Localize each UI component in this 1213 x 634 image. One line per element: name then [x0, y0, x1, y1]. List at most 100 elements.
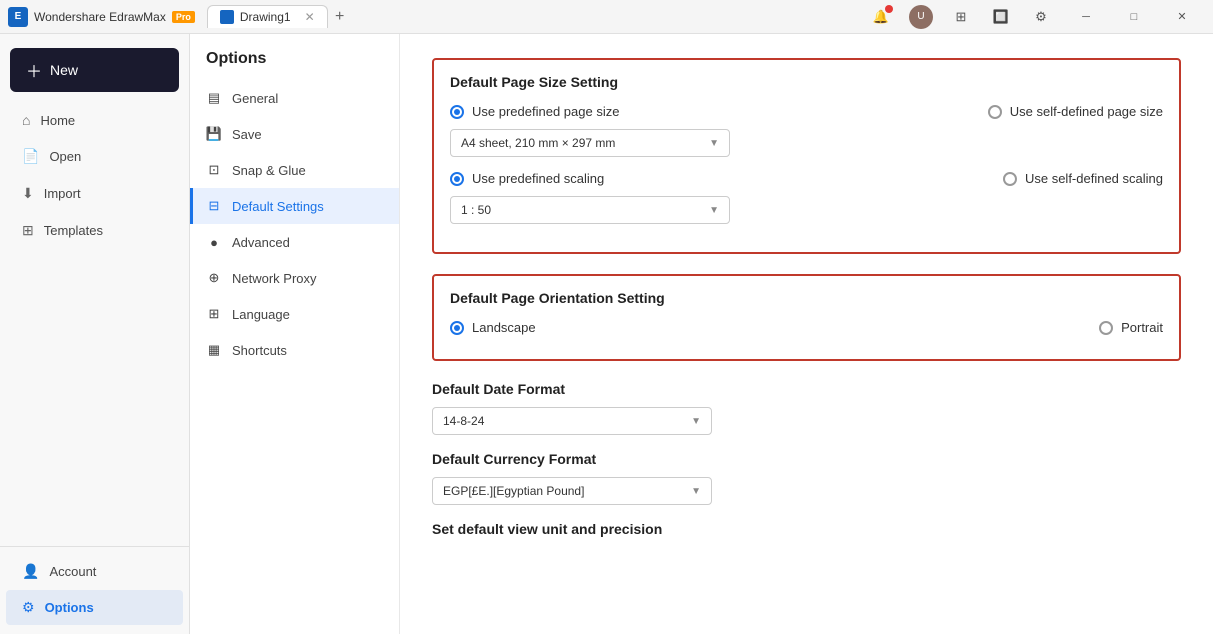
page-size-section: Default Page Size Setting Use predefined…: [432, 58, 1181, 254]
save-icon: 💾: [206, 126, 222, 142]
options-panel: Options ▤ General 💾 Save ⊡ Snap & Glue ⊟…: [190, 34, 400, 634]
tab-close-icon[interactable]: ✕: [305, 10, 315, 24]
new-label: New: [50, 62, 78, 78]
network-icon: ⊕: [206, 270, 222, 286]
snap-icon: ⊡: [206, 162, 222, 178]
new-tab-button[interactable]: +: [328, 5, 352, 29]
radio-landscape-circle: [450, 321, 464, 335]
radio-selfdefined-scaling-circle: [1003, 172, 1017, 186]
sidebar-item-options[interactable]: ⚙ Options: [6, 590, 183, 625]
radio-predefined-scaling-label: Use predefined scaling: [472, 171, 604, 186]
options-label-default: Default Settings: [232, 199, 324, 214]
sidebar-item-account[interactable]: 👤 Account: [6, 554, 183, 589]
page-size-select-row: A4 sheet, 210 mm × 297 mm ▼: [450, 129, 1163, 157]
orientation-title: Default Page Orientation Setting: [450, 290, 1163, 306]
date-format-value: 14-8-24: [443, 414, 484, 428]
sidebar-label-open: Open: [49, 149, 81, 164]
radio-selfdefined-pagesize[interactable]: Use self-defined page size: [988, 104, 1163, 119]
options-item-network-proxy[interactable]: ⊕ Network Proxy: [190, 260, 399, 296]
sidebar: ＋ New Home 📄 Open ⬇ Import ⊞ Templates 👤…: [0, 34, 190, 634]
options-label-save: Save: [232, 127, 262, 142]
sidebar-item-home[interactable]: Home: [6, 103, 183, 137]
grid-icon: ⊞: [956, 9, 967, 25]
radio-landscape[interactable]: Landscape: [450, 320, 536, 335]
options-label-shortcuts: Shortcuts: [232, 343, 287, 358]
options-item-advanced[interactable]: ● Advanced: [190, 224, 399, 260]
unit-label: Set default view unit and precision: [432, 521, 1181, 537]
new-button[interactable]: ＋ New: [10, 48, 179, 92]
orientation-section: Default Page Orientation Setting Landsca…: [432, 274, 1181, 361]
options-item-snap-glue[interactable]: ⊡ Snap & Glue: [190, 152, 399, 188]
radio-landscape-label: Landscape: [472, 320, 536, 335]
options-label-general: General: [232, 91, 278, 106]
sidebar-item-open[interactable]: 📄 Open: [6, 139, 183, 174]
sidebar-label-options: Options: [45, 600, 94, 615]
sidebar-item-templates[interactable]: ⊞ Templates: [6, 213, 183, 248]
general-icon: ▤: [206, 90, 222, 106]
date-format-arrow: ▼: [691, 416, 701, 427]
scaling-value: 1 : 50: [461, 203, 491, 217]
unit-precision-section: Set default view unit and precision: [432, 521, 1181, 537]
default-icon: ⊟: [206, 198, 222, 214]
maximize-button[interactable]: □: [1111, 0, 1157, 34]
page-size-arrow: ▼: [709, 138, 719, 149]
app-brand: E Wondershare EdrawMax Pro: [8, 7, 195, 27]
scaling-select[interactable]: 1 : 50 ▼: [450, 196, 730, 224]
avatar-image: U: [909, 5, 933, 29]
user-avatar[interactable]: U: [907, 3, 935, 31]
options-label-network: Network Proxy: [232, 271, 317, 286]
page-size-select[interactable]: A4 sheet, 210 mm × 297 mm ▼: [450, 129, 730, 157]
account-icon: 👤: [22, 563, 39, 580]
radio-predefined-scaling-circle: [450, 172, 464, 186]
options-icon: ⚙: [22, 599, 35, 616]
radio-predefined-pagesize[interactable]: Use predefined page size: [450, 104, 619, 119]
sidebar-item-import[interactable]: ⬇ Import: [6, 176, 183, 211]
scaling-radio-row: Use predefined scaling Use self-defined …: [450, 171, 1163, 186]
active-tab[interactable]: Drawing1 ✕: [207, 5, 328, 28]
scaling-select-row: 1 : 50 ▼: [450, 196, 1163, 224]
sidebar-label-import: Import: [44, 186, 81, 201]
radio-selfdefined-pagesize-circle: [988, 105, 1002, 119]
titlebar: E Wondershare EdrawMax Pro Drawing1 ✕ + …: [0, 0, 1213, 34]
options-item-general[interactable]: ▤ General: [190, 80, 399, 116]
date-format-select[interactable]: 14-8-24 ▼: [432, 407, 712, 435]
radio-selfdefined-scaling[interactable]: Use self-defined scaling: [1003, 171, 1163, 186]
currency-value: EGP[£E.][Egyptian Pound]: [443, 484, 584, 498]
grid-view-button[interactable]: ⊞: [947, 3, 975, 31]
import-icon: ⬇: [22, 185, 34, 202]
radio-predefined-scaling[interactable]: Use predefined scaling: [450, 171, 604, 186]
options-label-language: Language: [232, 307, 290, 322]
options-item-save[interactable]: 💾 Save: [190, 116, 399, 152]
share-button[interactable]: 🔲: [987, 3, 1015, 31]
app-icon: E: [8, 7, 28, 27]
home-icon: [22, 112, 30, 128]
bell-button[interactable]: 🔔: [867, 3, 895, 31]
templates-icon: ⊞: [22, 222, 34, 239]
close-button[interactable]: ✕: [1159, 0, 1205, 34]
radio-selfdefined-scaling-label: Use self-defined scaling: [1025, 171, 1163, 186]
currency-select[interactable]: EGP[£E.][Egyptian Pound] ▼: [432, 477, 712, 505]
date-format-section: Default Date Format 14-8-24 ▼: [432, 381, 1181, 435]
radio-portrait-circle: [1099, 321, 1113, 335]
notification-dot: [885, 5, 893, 13]
options-item-default-settings[interactable]: ⊟ Default Settings: [190, 188, 399, 224]
radio-portrait[interactable]: Portrait: [1099, 320, 1163, 335]
minimize-button[interactable]: ─: [1063, 0, 1109, 34]
sidebar-label-templates: Templates: [44, 223, 103, 238]
open-icon: 📄: [22, 148, 39, 165]
date-format-label: Default Date Format: [432, 381, 1181, 397]
settings-button[interactable]: ⚙: [1027, 3, 1055, 31]
shortcuts-icon: ▦: [206, 342, 222, 358]
page-size-radio-row: Use predefined page size Use self-define…: [450, 104, 1163, 119]
sidebar-label-account: Account: [49, 564, 96, 579]
page-size-value: A4 sheet, 210 mm × 297 mm: [461, 136, 615, 150]
window-controls: ─ □ ✕: [1063, 0, 1205, 34]
share-icon: 🔲: [993, 9, 1009, 25]
advanced-icon: ●: [206, 234, 222, 250]
sidebar-label-home: Home: [40, 113, 75, 128]
options-item-language[interactable]: ⊞ Language: [190, 296, 399, 332]
pro-badge: Pro: [172, 11, 195, 23]
titlebar-controls: 🔔 U ⊞ 🔲 ⚙: [867, 3, 1055, 31]
options-item-shortcuts[interactable]: ▦ Shortcuts: [190, 332, 399, 368]
page-size-title: Default Page Size Setting: [450, 74, 1163, 90]
